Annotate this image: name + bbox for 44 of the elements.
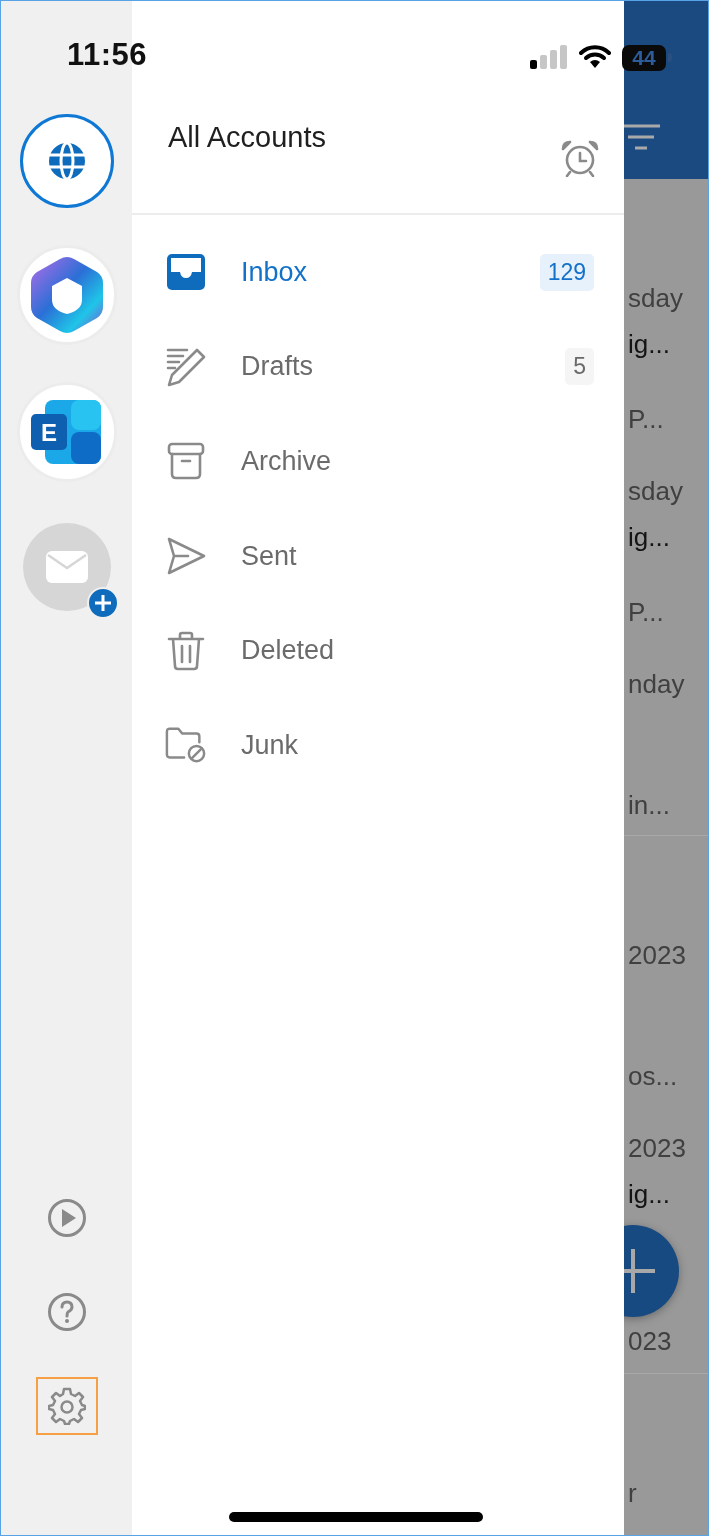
filter-icon [624,124,660,150]
wifi-icon [579,45,611,68]
message-date: 2023 [628,940,686,970]
folder-item[interactable]: Inbox 129 [132,225,624,320]
globe-icon [46,141,87,181]
signal-icon [530,45,567,69]
settings-button[interactable] [35,1377,98,1435]
message-subject: ig... [628,522,670,552]
message-date: sday [628,476,683,506]
message-preview: P... [628,597,664,627]
message-preview: os... [628,1061,678,1091]
message-date: nday [628,669,685,699]
send-icon [166,537,206,576]
alarm-clock-icon[interactable] [560,139,600,177]
settings-icon [47,1387,86,1425]
drawer-title: All Accounts [168,121,326,154]
hexagon-logo-icon [29,256,104,334]
play-icon [46,1198,87,1238]
account-button[interactable]: E [16,382,117,482]
folder-item[interactable]: Sent [132,508,624,604]
archive-box-icon [167,442,205,481]
message-preview: P... [628,404,664,434]
count-badge: 129 [539,253,594,291]
envelope-icon [45,551,88,583]
folder-item[interactable]: Deleted [132,603,624,698]
folder-item[interactable]: Archive [132,414,624,509]
message-date: 023 [628,1326,672,1356]
message-date: r [628,1478,637,1508]
pencil-icon [165,346,207,387]
inbox-tray-icon [167,254,205,291]
count-badge: 5 [565,348,594,386]
trash-icon [167,630,205,671]
plus-badge-icon [86,587,119,619]
status-time: 11:56 [67,37,148,73]
folder-item[interactable]: Junk [132,697,624,793]
battery-percentage: 44 [632,46,656,70]
message-subject: ig... [628,1179,670,1209]
message-date: 2023 [628,1133,686,1163]
folder-block-icon [165,726,207,765]
message-preview: in... [628,790,670,820]
message-subject: ig... [628,329,670,359]
help-icon [46,1292,87,1332]
message-date: sday [628,283,683,313]
folder-item[interactable]: Drafts 5 [132,319,624,415]
